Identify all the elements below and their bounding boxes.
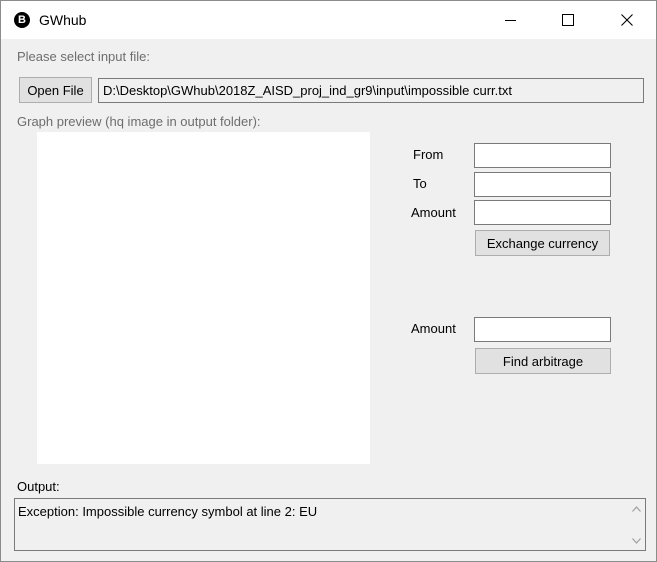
scroll-down-arrow-icon[interactable] [631, 535, 642, 546]
output-text: Exception: Impossible currency symbol at… [18, 504, 318, 519]
maximize-button[interactable] [539, 1, 597, 39]
minimize-icon [504, 19, 516, 21]
exchange-amount-label: Amount [411, 205, 456, 220]
exchange-currency-button[interactable]: Exchange currency [475, 230, 610, 256]
from-input[interactable] [474, 143, 611, 168]
to-label: To [413, 176, 427, 191]
close-icon [621, 14, 633, 26]
window-title: GWhub [39, 12, 87, 28]
app-icon-glyph: B [18, 14, 26, 26]
select-file-label: Please select input file: [17, 49, 150, 64]
open-file-button[interactable]: Open File [19, 77, 92, 103]
scroll-up-arrow-icon[interactable] [631, 503, 642, 514]
minimize-button[interactable] [481, 1, 539, 39]
graph-preview-area [37, 132, 370, 464]
exchange-amount-input[interactable] [474, 200, 611, 225]
main-window: B GWhub Please select input file: Open F… [0, 0, 657, 562]
arbitrage-amount-label: Amount [411, 321, 456, 336]
to-input[interactable] [474, 172, 611, 197]
output-label: Output: [17, 479, 60, 494]
graph-preview-label: Graph preview (hq image in output folder… [17, 114, 261, 129]
file-path-field[interactable]: D:\Desktop\GWhub\2018Z_AISD_proj_ind_gr9… [98, 78, 644, 103]
maximize-icon [562, 14, 574, 26]
output-textbox[interactable]: Exception: Impossible currency symbol at… [14, 498, 646, 551]
find-arbitrage-button[interactable]: Find arbitrage [475, 348, 611, 374]
output-scrollbar[interactable] [628, 499, 645, 550]
app-icon: B [14, 12, 30, 28]
arbitrage-amount-input[interactable] [474, 317, 611, 342]
close-button[interactable] [598, 1, 656, 39]
from-label: From [413, 147, 444, 162]
title-bar[interactable]: B GWhub [1, 1, 656, 39]
